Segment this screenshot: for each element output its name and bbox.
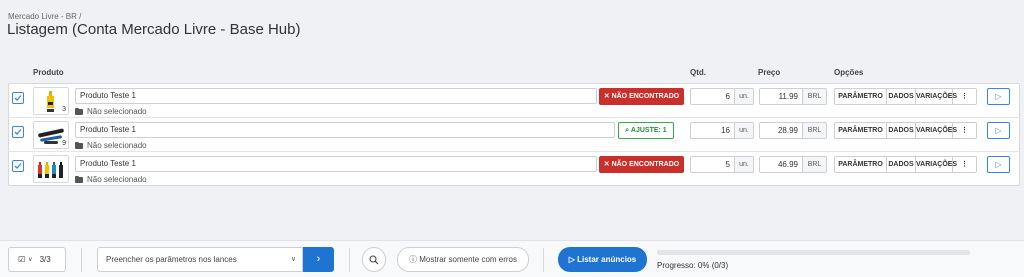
check-icon bbox=[14, 163, 22, 169]
chevron-down-icon: ∨ bbox=[28, 257, 33, 263]
status-badge[interactable]: ✕ NÃO ENCONTRADO bbox=[599, 88, 684, 105]
listing-table: 3 Produto Teste 1 Não selecionado ✕ NÃO … bbox=[8, 83, 1020, 186]
chevron-down-icon: ∨ bbox=[290, 256, 296, 263]
info-icon: ⓘ bbox=[408, 255, 420, 264]
folder-icon bbox=[75, 175, 83, 183]
action-select-label: Preencher os parâmetros nos lances bbox=[106, 255, 237, 264]
column-header-preco: Preço bbox=[758, 68, 781, 77]
dados-button[interactable]: DADOS bbox=[887, 157, 916, 172]
divider bbox=[349, 248, 350, 272]
product-thumbnail[interactable]: 9 bbox=[33, 121, 69, 149]
table-row: 9 Produto Teste 1 Não selecionado ⌕ AJUS… bbox=[9, 118, 1019, 152]
category-selector[interactable]: Não selecionado bbox=[75, 107, 147, 116]
footer-toolbar: ☑ ∨ 3/3 Preencher os parâmetros nos lanc… bbox=[0, 240, 1024, 277]
product-thumbnail[interactable]: 3 bbox=[33, 87, 69, 115]
quantity-input[interactable]: 16 bbox=[690, 122, 735, 139]
thumbnail-count: 3 bbox=[62, 106, 66, 113]
more-options-icon[interactable]: ⋮ bbox=[953, 157, 976, 172]
selection-count: 3/3 bbox=[39, 255, 51, 264]
table-row: 3 Produto Teste 1 Não selecionado ✕ NÃO … bbox=[9, 84, 1019, 118]
dados-button[interactable]: DADOS bbox=[887, 123, 916, 138]
play-icon: ▷ bbox=[568, 255, 578, 264]
options-group: PARÂMETRO DADOS VARIAÇÕES ⋮ bbox=[834, 88, 977, 105]
progress-bar bbox=[657, 250, 970, 255]
list-ads-button[interactable]: ▷ Listar anúncios bbox=[558, 247, 647, 272]
play-icon[interactable]: ▷ bbox=[987, 88, 1010, 105]
product-name-input[interactable]: Produto Teste 1 bbox=[75, 156, 597, 172]
price-input[interactable]: 46.99 bbox=[759, 156, 803, 173]
row-checkbox[interactable] bbox=[12, 92, 24, 104]
dados-button[interactable]: DADOS bbox=[887, 89, 916, 104]
currency-label: BRL bbox=[802, 88, 827, 105]
category-label: Não selecionado bbox=[87, 107, 147, 116]
currency-label: BRL bbox=[802, 156, 827, 173]
variacoes-button[interactable]: VARIAÇÕES bbox=[916, 157, 957, 172]
product-thumbnail[interactable] bbox=[33, 155, 69, 183]
quantity-input[interactable]: 5 bbox=[690, 156, 735, 173]
quantity-unit: un. bbox=[734, 156, 754, 173]
show-errors-label: Mostrar somente com erros bbox=[419, 255, 518, 264]
folder-icon bbox=[75, 141, 83, 149]
checkbox-icon: ☑ bbox=[18, 255, 26, 264]
category-selector[interactable]: Não selecionado bbox=[75, 141, 147, 150]
selection-toggle[interactable]: ☑ ∨ 3/3 bbox=[8, 247, 66, 272]
list-ads-label: Listar anúncios bbox=[577, 255, 637, 264]
quantity-input[interactable]: 6 bbox=[690, 88, 735, 105]
adjust-badge[interactable]: ⌕ AJUSTE: 1 bbox=[618, 122, 674, 139]
category-label: Não selecionado bbox=[87, 141, 147, 150]
variacoes-button[interactable]: VARIAÇÕES bbox=[916, 123, 957, 138]
product-name-input[interactable]: Produto Teste 1 bbox=[75, 122, 615, 138]
page-title: Listagem (Conta Mercado Livre - Base Hub… bbox=[7, 21, 301, 38]
divider bbox=[81, 248, 82, 272]
play-icon[interactable]: ▷ bbox=[987, 156, 1010, 173]
row-checkbox[interactable] bbox=[12, 126, 24, 138]
quantity-unit: un. bbox=[734, 88, 754, 105]
breadcrumb[interactable]: Mercado Livre - BR / bbox=[8, 12, 81, 21]
parametro-button[interactable]: PARÂMETRO bbox=[835, 89, 887, 104]
status-label: NÃO ENCONTRADO bbox=[611, 93, 680, 100]
price-input[interactable]: 28.99 bbox=[759, 122, 803, 139]
thumbnail-count: 9 bbox=[62, 140, 66, 147]
product-name-input[interactable]: Produto Teste 1 bbox=[75, 88, 597, 104]
options-group: PARÂMETRO DADOS VARIAÇÕES ⋮ bbox=[834, 156, 977, 173]
category-selector[interactable]: Não selecionado bbox=[75, 175, 147, 184]
progress-text: Progresso: 0% (0/3) bbox=[657, 261, 729, 270]
play-icon[interactable]: ▷ bbox=[987, 122, 1010, 139]
row-checkbox[interactable] bbox=[12, 160, 24, 172]
more-options-icon[interactable]: ⋮ bbox=[953, 123, 976, 138]
check-icon bbox=[14, 129, 22, 135]
quantity-unit: un. bbox=[734, 122, 754, 139]
more-options-icon[interactable]: ⋮ bbox=[953, 89, 976, 104]
show-errors-button[interactable]: ⓘ Mostrar somente com erros bbox=[397, 247, 529, 272]
folder-icon bbox=[75, 107, 83, 115]
table-row: Produto Teste 1 Não selecionado ✕ NÃO EN… bbox=[9, 152, 1019, 186]
check-icon bbox=[14, 95, 22, 101]
parametro-button[interactable]: PARÂMETRO bbox=[835, 157, 887, 172]
column-header-produto: Produto bbox=[33, 68, 64, 77]
column-header-opcoes: Opções bbox=[834, 68, 864, 77]
category-label: Não selecionado bbox=[87, 175, 147, 184]
search-button[interactable] bbox=[362, 247, 386, 272]
price-input[interactable]: 11.99 bbox=[759, 88, 803, 105]
close-icon: ✕ bbox=[603, 93, 612, 100]
apply-action-button[interactable]: › bbox=[303, 247, 334, 272]
status-badge[interactable]: ✕ NÃO ENCONTRADO bbox=[599, 156, 684, 173]
currency-label: BRL bbox=[802, 122, 827, 139]
divider bbox=[543, 248, 544, 272]
column-header-qtd: Qtd. bbox=[690, 68, 706, 77]
action-select[interactable]: Preencher os parâmetros nos lances ∨ bbox=[97, 247, 303, 272]
parametro-button[interactable]: PARÂMETRO bbox=[835, 123, 887, 138]
close-icon: ✕ bbox=[603, 161, 612, 168]
options-group: PARÂMETRO DADOS VARIAÇÕES ⋮ bbox=[834, 122, 977, 139]
search-icon bbox=[369, 255, 379, 265]
status-label: AJUSTE: 1 bbox=[630, 127, 667, 134]
ink-bottles-image bbox=[38, 162, 63, 178]
variacoes-button[interactable]: VARIAÇÕES bbox=[916, 89, 957, 104]
status-label: NÃO ENCONTRADO bbox=[611, 161, 680, 168]
